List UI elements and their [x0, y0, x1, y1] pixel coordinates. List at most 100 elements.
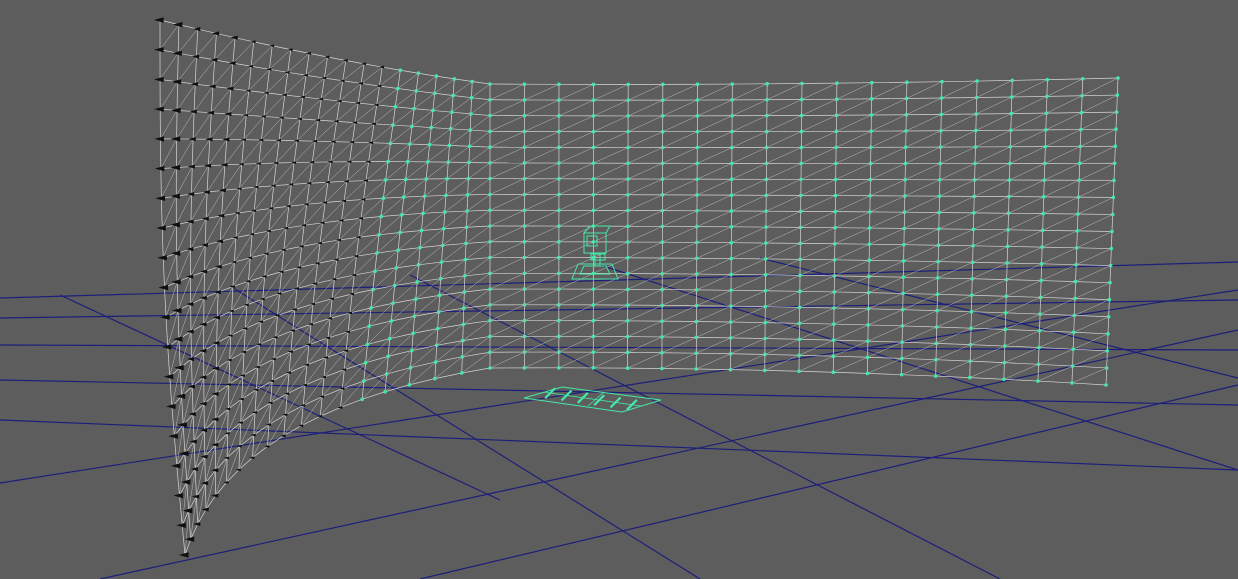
mesh-edge — [471, 97, 491, 101]
mesh-edge — [238, 457, 253, 471]
mesh-edge — [387, 338, 391, 357]
mesh-vertex-selected — [488, 113, 492, 118]
mesh-vertex-unselected — [170, 222, 180, 228]
mesh-vertex-selected — [1108, 280, 1112, 285]
mesh-edge — [1079, 146, 1081, 164]
mesh-vertex-selected — [904, 112, 909, 117]
mesh-diagonal — [939, 163, 976, 181]
mesh-vertex-selected — [902, 226, 907, 231]
mesh-vertex-selected — [660, 114, 665, 118]
mesh-edge — [370, 302, 394, 309]
mesh-vertex-selected — [429, 125, 434, 130]
mesh-edge — [191, 139, 194, 167]
mesh-edge — [1074, 315, 1109, 318]
mesh-edge — [1080, 112, 1082, 130]
mesh-edge — [466, 194, 469, 212]
mesh-vertex-selected — [432, 91, 437, 96]
mesh-diagonal — [309, 161, 331, 184]
mesh-vertex-unselected — [174, 364, 184, 371]
mesh-edge — [319, 239, 340, 244]
mesh-diagonal — [1038, 332, 1074, 348]
mesh-diagonal — [226, 115, 247, 140]
mesh-diagonal — [303, 202, 326, 226]
mesh-vertex-selected — [660, 256, 665, 260]
mesh-edge — [356, 237, 360, 257]
mesh-vertex-selected — [625, 287, 630, 292]
mesh-vertex-selected — [1039, 262, 1044, 266]
mesh-vertex-selected — [1006, 228, 1010, 232]
mesh-vertex-selected — [448, 127, 453, 131]
mesh-vertex-selected — [694, 335, 699, 340]
mesh-edge — [1106, 333, 1109, 351]
mesh-diagonal — [333, 122, 356, 142]
mesh-edge — [462, 308, 465, 325]
3d-viewport[interactable] — [0, 0, 1238, 579]
mesh-diagonal — [315, 121, 337, 142]
mesh-diagonal — [593, 115, 629, 132]
mesh-diagonal — [765, 291, 800, 307]
mesh-vertex-selected — [522, 303, 527, 307]
mesh-vertex-selected — [522, 318, 527, 323]
mesh-edge — [229, 335, 231, 361]
mesh-diagonal — [465, 225, 491, 244]
mesh-edge — [467, 162, 470, 179]
curved-wall-mesh[interactable] — [153, 17, 1120, 558]
mesh-diagonal — [416, 75, 437, 92]
mesh-diagonal — [191, 324, 204, 360]
mesh-diagonal — [627, 241, 663, 259]
mesh-vertex-selected — [939, 96, 944, 100]
mesh-vertex-selected — [934, 325, 939, 329]
mesh-edge — [369, 320, 392, 327]
mesh-diagonal — [221, 188, 240, 216]
mesh-edge — [903, 293, 938, 295]
mesh-vertex-selected — [1106, 314, 1111, 319]
mesh-edge — [226, 433, 228, 458]
mesh-vertex-selected — [1104, 366, 1109, 370]
mesh-vertex-selected — [799, 193, 803, 198]
mesh-vertex-unselected — [199, 348, 207, 353]
mesh-diagonal — [1079, 145, 1116, 164]
mesh-diagonal — [558, 210, 594, 227]
mesh-vertex-selected — [1002, 377, 1006, 382]
mesh-vertex-selected — [866, 323, 870, 327]
mesh-edge — [396, 250, 399, 268]
mesh-diagonal — [905, 114, 942, 132]
mesh-vertex-selected — [901, 259, 906, 263]
mesh-edge — [936, 359, 971, 362]
mesh-edge — [452, 78, 455, 96]
mesh-edge — [331, 279, 335, 299]
mesh-diagonal — [357, 85, 380, 104]
mesh-vertex-selected — [867, 274, 871, 279]
mesh-vertex-selected — [466, 176, 471, 181]
mesh-vertex-selected — [462, 290, 467, 294]
mesh-vertex-selected — [694, 367, 699, 371]
mesh-edge — [266, 92, 285, 96]
mesh-diagonal — [558, 336, 594, 353]
mesh-diagonal — [730, 290, 766, 307]
mesh-vertex-unselected — [212, 340, 220, 346]
mesh-edge — [411, 125, 432, 128]
mesh-diagonal — [271, 184, 292, 209]
mesh-diagonal — [446, 162, 470, 179]
mesh-diagonal — [205, 190, 224, 219]
mesh-edge — [1112, 180, 1115, 198]
mesh-diagonal — [593, 226, 628, 243]
mesh-diagonal — [346, 161, 369, 182]
mesh-vertex-selected — [763, 352, 767, 357]
mesh-diagonal — [214, 37, 236, 61]
mesh-vertex-selected — [833, 193, 838, 198]
mesh-diagonal — [800, 243, 835, 260]
mesh-edge — [799, 354, 834, 357]
mesh-edge — [410, 361, 436, 369]
mesh-diagonal — [1037, 365, 1073, 382]
mesh-vertex-selected — [765, 113, 769, 118]
scene-canvas[interactable] — [0, 0, 1238, 579]
mesh-edge — [1074, 298, 1076, 316]
mesh-diagonal — [524, 351, 559, 369]
mesh-vertex-unselected — [379, 65, 385, 69]
mesh-edge — [412, 316, 415, 334]
grid-line — [99, 329, 1238, 579]
mesh-vertex-selected — [1009, 111, 1014, 116]
mesh-diagonal — [1046, 78, 1083, 97]
mesh-diagonal — [731, 131, 767, 148]
